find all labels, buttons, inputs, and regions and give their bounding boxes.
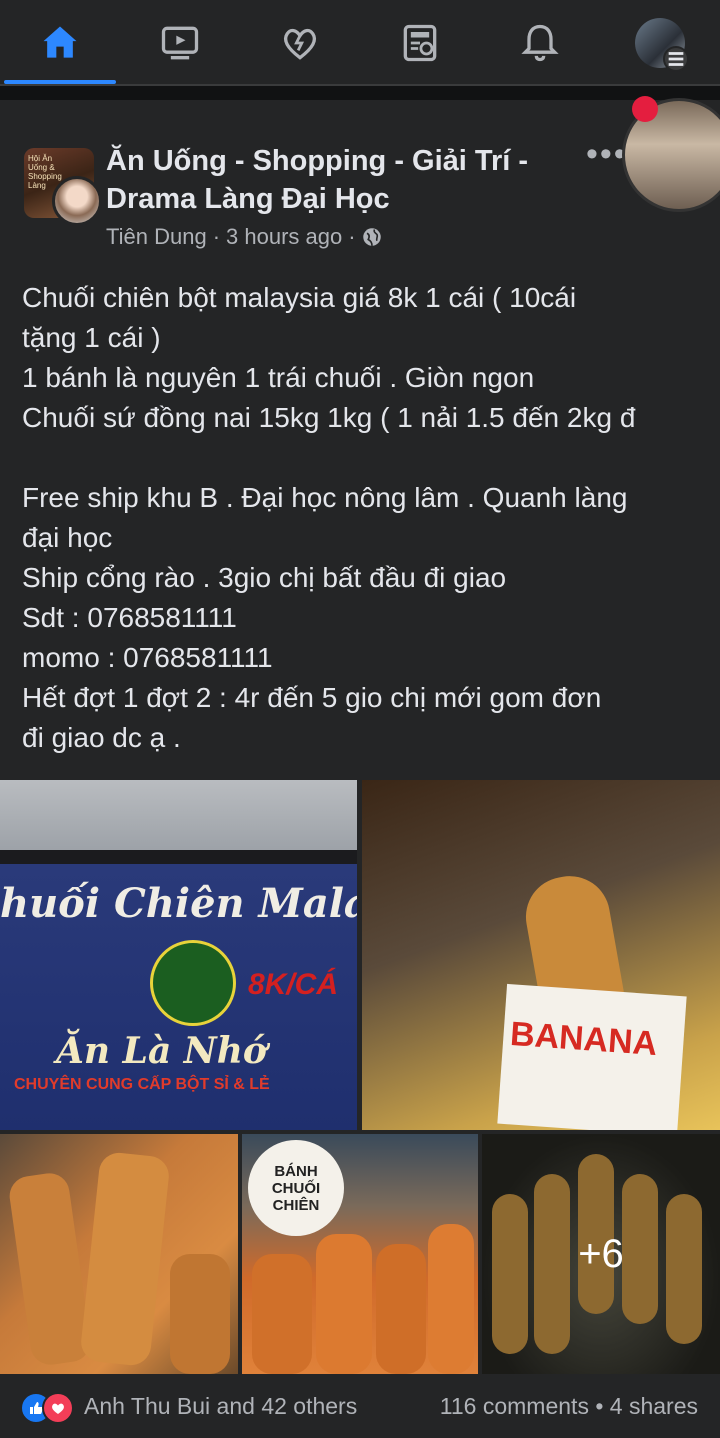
chat-head-badge	[632, 96, 658, 122]
post-time[interactable]: 3 hours ago	[226, 224, 342, 250]
sign-price: 8K/CÁ	[248, 968, 339, 1001]
sign-subtext: CHUYÊN CUNG CẤP BỘT SỈ & LẺ	[14, 1076, 270, 1093]
fried-banana	[316, 1234, 372, 1374]
post-footer: Anh Thu Bui and 42 others 116 comments •…	[0, 1376, 720, 1438]
notifications-icon	[521, 24, 559, 62]
post-text-line: đi giao dc ạ .	[22, 722, 181, 753]
news-tab[interactable]	[360, 0, 480, 86]
fried-banana	[79, 1150, 171, 1368]
menu-icon	[663, 46, 689, 72]
dating-icon	[283, 28, 317, 60]
more-photos-overlay[interactable]: +6	[482, 1134, 720, 1374]
home-icon	[43, 26, 77, 58]
dating-tab[interactable]	[240, 0, 360, 86]
news-icon	[403, 24, 437, 62]
meta-dot: ·	[348, 224, 356, 249]
post-text-line: tặng 1 cái )	[22, 322, 161, 353]
post-text-line: Free ship khu B . Đại học nông lâm . Qua…	[22, 482, 628, 513]
fried-banana	[252, 1254, 312, 1374]
post-text-line: Sdt : 0768581111	[22, 602, 237, 633]
reaction-icons[interactable]	[20, 1392, 80, 1424]
author-name[interactable]: Tiên Dung	[106, 224, 207, 250]
top-navigation	[0, 0, 720, 86]
post-text-line: 1 bánh là nguyên 1 trái chuối . Giòn ngo…	[22, 362, 535, 393]
photo-2[interactable]: BANANA	[362, 780, 720, 1130]
badge-line-3: CHIÊN	[272, 1196, 320, 1214]
post-text-line: Ship cổng rào . 3gio chị bất đầu đi giao	[22, 562, 507, 593]
feed-separator-2	[0, 100, 720, 122]
post-text-line: momo : 0768581111	[22, 642, 273, 673]
group-name[interactable]: Ăn Uống - Shopping - Giải Trí - Drama Là…	[106, 142, 556, 218]
feed-post: Hội Ăn Uống & Shopping Làng Ăn Uống - Sh…	[0, 122, 720, 1438]
watch-icon	[161, 26, 199, 60]
badge-line-2: CHUỐI	[271, 1179, 321, 1197]
photo-3[interactable]	[0, 1134, 238, 1374]
post-text-line: đại học	[22, 522, 113, 553]
fried-banana	[170, 1254, 230, 1374]
post-text-line: Hết đợt 1 đợt 2 : 4r đến 5 gio chị mới g…	[22, 682, 602, 713]
sign-slogan: Ăn Là Nhớ	[56, 1030, 267, 1072]
author-avatar[interactable]	[52, 176, 102, 226]
home-tab[interactable]	[0, 0, 120, 86]
meta-dot: ·	[212, 224, 221, 249]
menu-avatar	[635, 18, 689, 72]
watch-tab[interactable]	[120, 0, 240, 86]
post-text-line: Chuối sứ đồng nai 15kg 1kg ( 1 nải 1.5 đ…	[22, 402, 636, 433]
banh-chuoi-badge: BÁNH CHUỐI CHIÊN	[248, 1140, 344, 1236]
badge-line-1: BÁNH	[274, 1162, 318, 1180]
comments-shares-count[interactable]: 116 comments • 4 shares	[440, 1393, 698, 1420]
fried-banana	[428, 1224, 474, 1374]
more-photos-count: +6	[578, 1231, 624, 1276]
photo-1[interactable]: huối Chiên Malays 8K/CÁ Ăn Là Nhớ CHUYÊN…	[0, 780, 357, 1130]
reactions-summary[interactable]: Anh Thu Bui and 42 others	[84, 1393, 357, 1420]
photo-5-more[interactable]: +6	[482, 1134, 720, 1374]
fried-banana	[376, 1244, 426, 1374]
fried-banana	[7, 1170, 93, 1368]
sign-text: huối Chiên Malays	[0, 880, 357, 927]
post-meta: Tiên Dung · 3 hours ago ·	[106, 224, 382, 250]
globe-icon	[362, 228, 381, 246]
post-body: Chuối chiên bột malaysia giá 8k 1 cái ( …	[22, 278, 702, 758]
post-text-line	[22, 438, 702, 478]
shop-logo	[150, 940, 236, 1026]
notifications-tab[interactable]	[480, 0, 600, 86]
menu-tab[interactable]	[600, 0, 720, 86]
love-icon	[42, 1392, 74, 1424]
post-text-line: Chuối chiên bột malaysia giá 8k 1 cái ( …	[22, 282, 577, 313]
photo-4[interactable]: BÁNH CHUỐI CHIÊN	[242, 1134, 478, 1374]
